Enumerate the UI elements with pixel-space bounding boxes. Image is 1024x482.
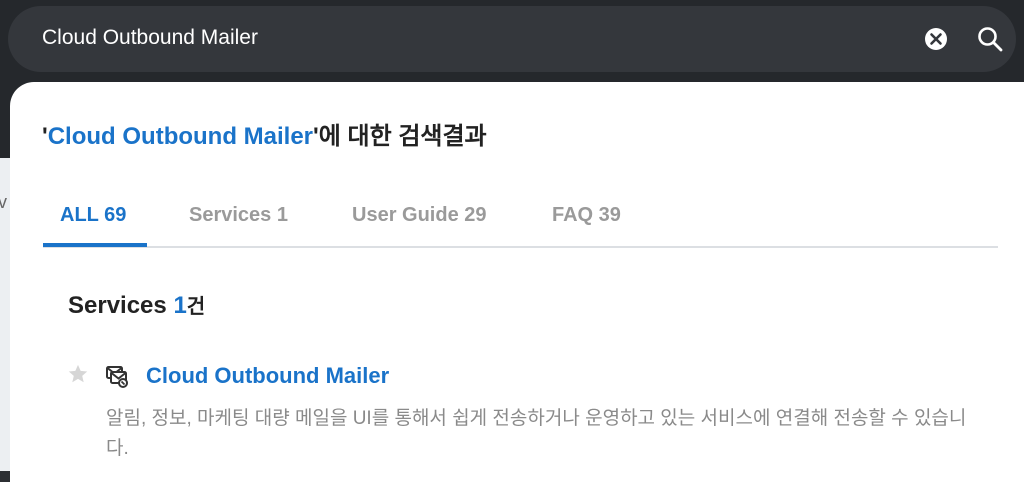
- results-heading: 'Cloud Outbound Mailer'에 대한 검색결과: [42, 116, 487, 151]
- result-title-link[interactable]: Cloud Outbound Mailer: [146, 363, 389, 389]
- favorite-star-icon[interactable]: [67, 363, 89, 385]
- heading-keyword: Cloud Outbound Mailer: [47, 123, 314, 150]
- result-tabs: ALL 69 Services 1 User Guide 29 FAQ 39: [43, 186, 998, 248]
- search-bar[interactable]: Cloud Outbound Mailer: [8, 6, 1016, 72]
- section-count: 1: [173, 292, 187, 319]
- active-tab-indicator: [43, 243, 147, 247]
- section-count-unit: 건: [186, 296, 206, 318]
- heading-suffix: '에 대한 검색결과: [313, 123, 487, 150]
- tab-all[interactable]: ALL 69: [60, 204, 126, 227]
- section-title: Services 1건: [68, 290, 205, 320]
- tab-faq[interactable]: FAQ 39: [552, 204, 621, 227]
- search-icon[interactable]: [976, 25, 1004, 53]
- tab-user-guide[interactable]: User Guide 29: [352, 204, 487, 227]
- background-page-edge: v: [0, 158, 10, 471]
- result-description: 알림, 정보, 마케팅 대량 메일을 UI를 통해서 쉽게 전송하거나 운영하고…: [106, 408, 967, 459]
- mail-service-icon: [105, 364, 129, 388]
- background-text-fragment: v: [0, 192, 7, 212]
- tab-services[interactable]: Services 1: [189, 204, 288, 227]
- search-input[interactable]: Cloud Outbound Mailer: [42, 26, 258, 50]
- section-title-label: Services: [68, 292, 167, 319]
- clear-search-icon[interactable]: [924, 27, 948, 51]
- search-results-panel: 'Cloud Outbound Mailer'에 대한 검색결과 ALL 69 …: [10, 82, 1024, 482]
